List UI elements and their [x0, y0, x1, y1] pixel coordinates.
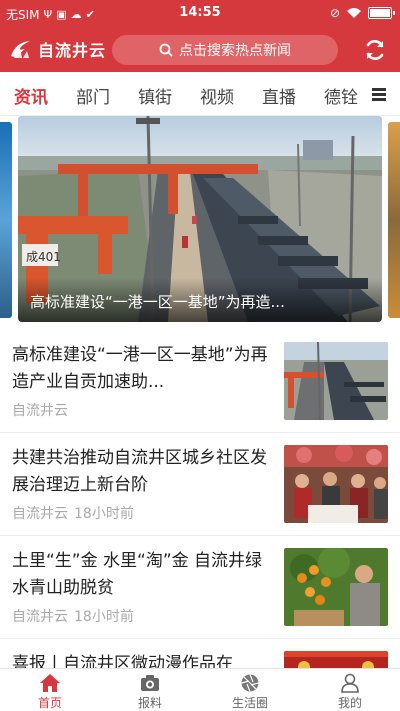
news-thumbnail — [284, 445, 388, 523]
app-name: 自流井云 — [38, 41, 107, 60]
logo-icon — [11, 41, 30, 58]
nav-life-circle[interactable]: 生活圈 — [200, 671, 300, 711]
carousel-caption-text: 高标准建设“一港一区一基地”为再造... — [30, 293, 285, 311]
news-title: 土里“生”金 水里“淘”金 自流井绿水青山助脱贫 — [12, 551, 263, 598]
status-bar: 无SIM Ψ ▣ ☁ ✔ 14:55 ⊘ — [0, 0, 400, 28]
mute-icon: ⊘ — [329, 6, 340, 20]
carousel-slide[interactable]: 成401 高标准建设“一港一区一基地”为再造... — [18, 116, 382, 322]
search-icon — [159, 43, 173, 57]
news-meta: 自流井云 — [12, 400, 68, 420]
carousel-caption: 高标准建设“一港一区一基地”为再造... — [18, 278, 382, 322]
port-icon — [284, 342, 388, 420]
news-source: 自流井云 — [12, 506, 68, 522]
tab-towns[interactable]: 镇街 — [138, 83, 172, 108]
news-meta: 自流井云 18小时前 — [12, 503, 134, 523]
news-title: 高标准建设“一港一区一基地”为再造产业自贡加速助... — [12, 345, 268, 392]
category-tabs: 资讯 部门 镇街 视频 直播 德铨 — [0, 72, 400, 116]
refresh-icon[interactable] — [362, 37, 388, 63]
tab-news[interactable]: 资讯 — [14, 83, 48, 108]
home-icon — [40, 674, 60, 692]
aperture-icon — [241, 674, 259, 692]
svg-text:成401: 成401 — [26, 250, 61, 264]
app-header: 自流井云 点击搜索热点新闻 — [0, 28, 400, 72]
bottom-nav: 首页 报料 生活圈 我的 — [0, 668, 400, 711]
menu-icon[interactable] — [368, 82, 392, 106]
news-item[interactable]: 土里“生”金 水里“淘”金 自流井绿水青山助脱贫 自流井云 18小时前 — [0, 536, 400, 639]
news-source: 自流井云 — [12, 403, 68, 419]
news-meta: 自流井云 18小时前 — [12, 606, 134, 626]
news-source: 自流井云 — [12, 609, 68, 625]
tab-video[interactable]: 视频 — [200, 83, 234, 108]
community-icon — [284, 445, 388, 523]
nav-home[interactable]: 首页 — [0, 671, 100, 711]
news-time: 18小时前 — [74, 506, 134, 522]
news-item[interactable]: 共建共治推动自流井区城乡社区发展治理迈上新台阶 自流井云 18小时前 — [0, 433, 400, 536]
user-icon — [341, 673, 359, 693]
nav-mine-label: 我的 — [337, 696, 362, 710]
tab-dequan[interactable]: 德铨 — [324, 83, 358, 108]
news-title: 共建共治推动自流井区城乡社区发展治理迈上新台阶 — [12, 448, 267, 495]
headline-carousel[interactable]: 成401 高标准建设“一港一区一基地”为再造... — [0, 116, 400, 324]
tab-live[interactable]: 直播 — [262, 83, 296, 108]
wifi-icon — [347, 8, 361, 18]
news-time: 18小时前 — [74, 609, 134, 625]
camera-icon — [141, 675, 159, 691]
tab-departments[interactable]: 部门 — [76, 83, 110, 108]
carousel-next-slide[interactable] — [388, 122, 400, 318]
battery-icon — [368, 7, 395, 19]
nav-report[interactable]: 报料 — [100, 671, 200, 711]
app-logo[interactable]: 自流井云 — [8, 36, 106, 62]
orchard-icon — [284, 548, 388, 626]
search-bar[interactable]: 点击搜索热点新闻 — [112, 35, 338, 65]
news-thumbnail — [284, 548, 388, 626]
nav-home-label: 首页 — [37, 696, 62, 710]
nav-life-circle-label: 生活圈 — [231, 696, 268, 710]
nav-report-label: 报料 — [137, 696, 162, 710]
news-thumbnail — [284, 342, 388, 420]
search-placeholder: 点击搜索热点新闻 — [179, 43, 291, 59]
nav-mine[interactable]: 我的 — [300, 671, 400, 711]
carousel-prev-slide[interactable] — [0, 122, 12, 318]
news-item[interactable]: 高标准建设“一港一区一基地”为再造产业自贡加速助... 自流井云 — [0, 330, 400, 433]
status-right: ⊘ — [329, 6, 395, 20]
